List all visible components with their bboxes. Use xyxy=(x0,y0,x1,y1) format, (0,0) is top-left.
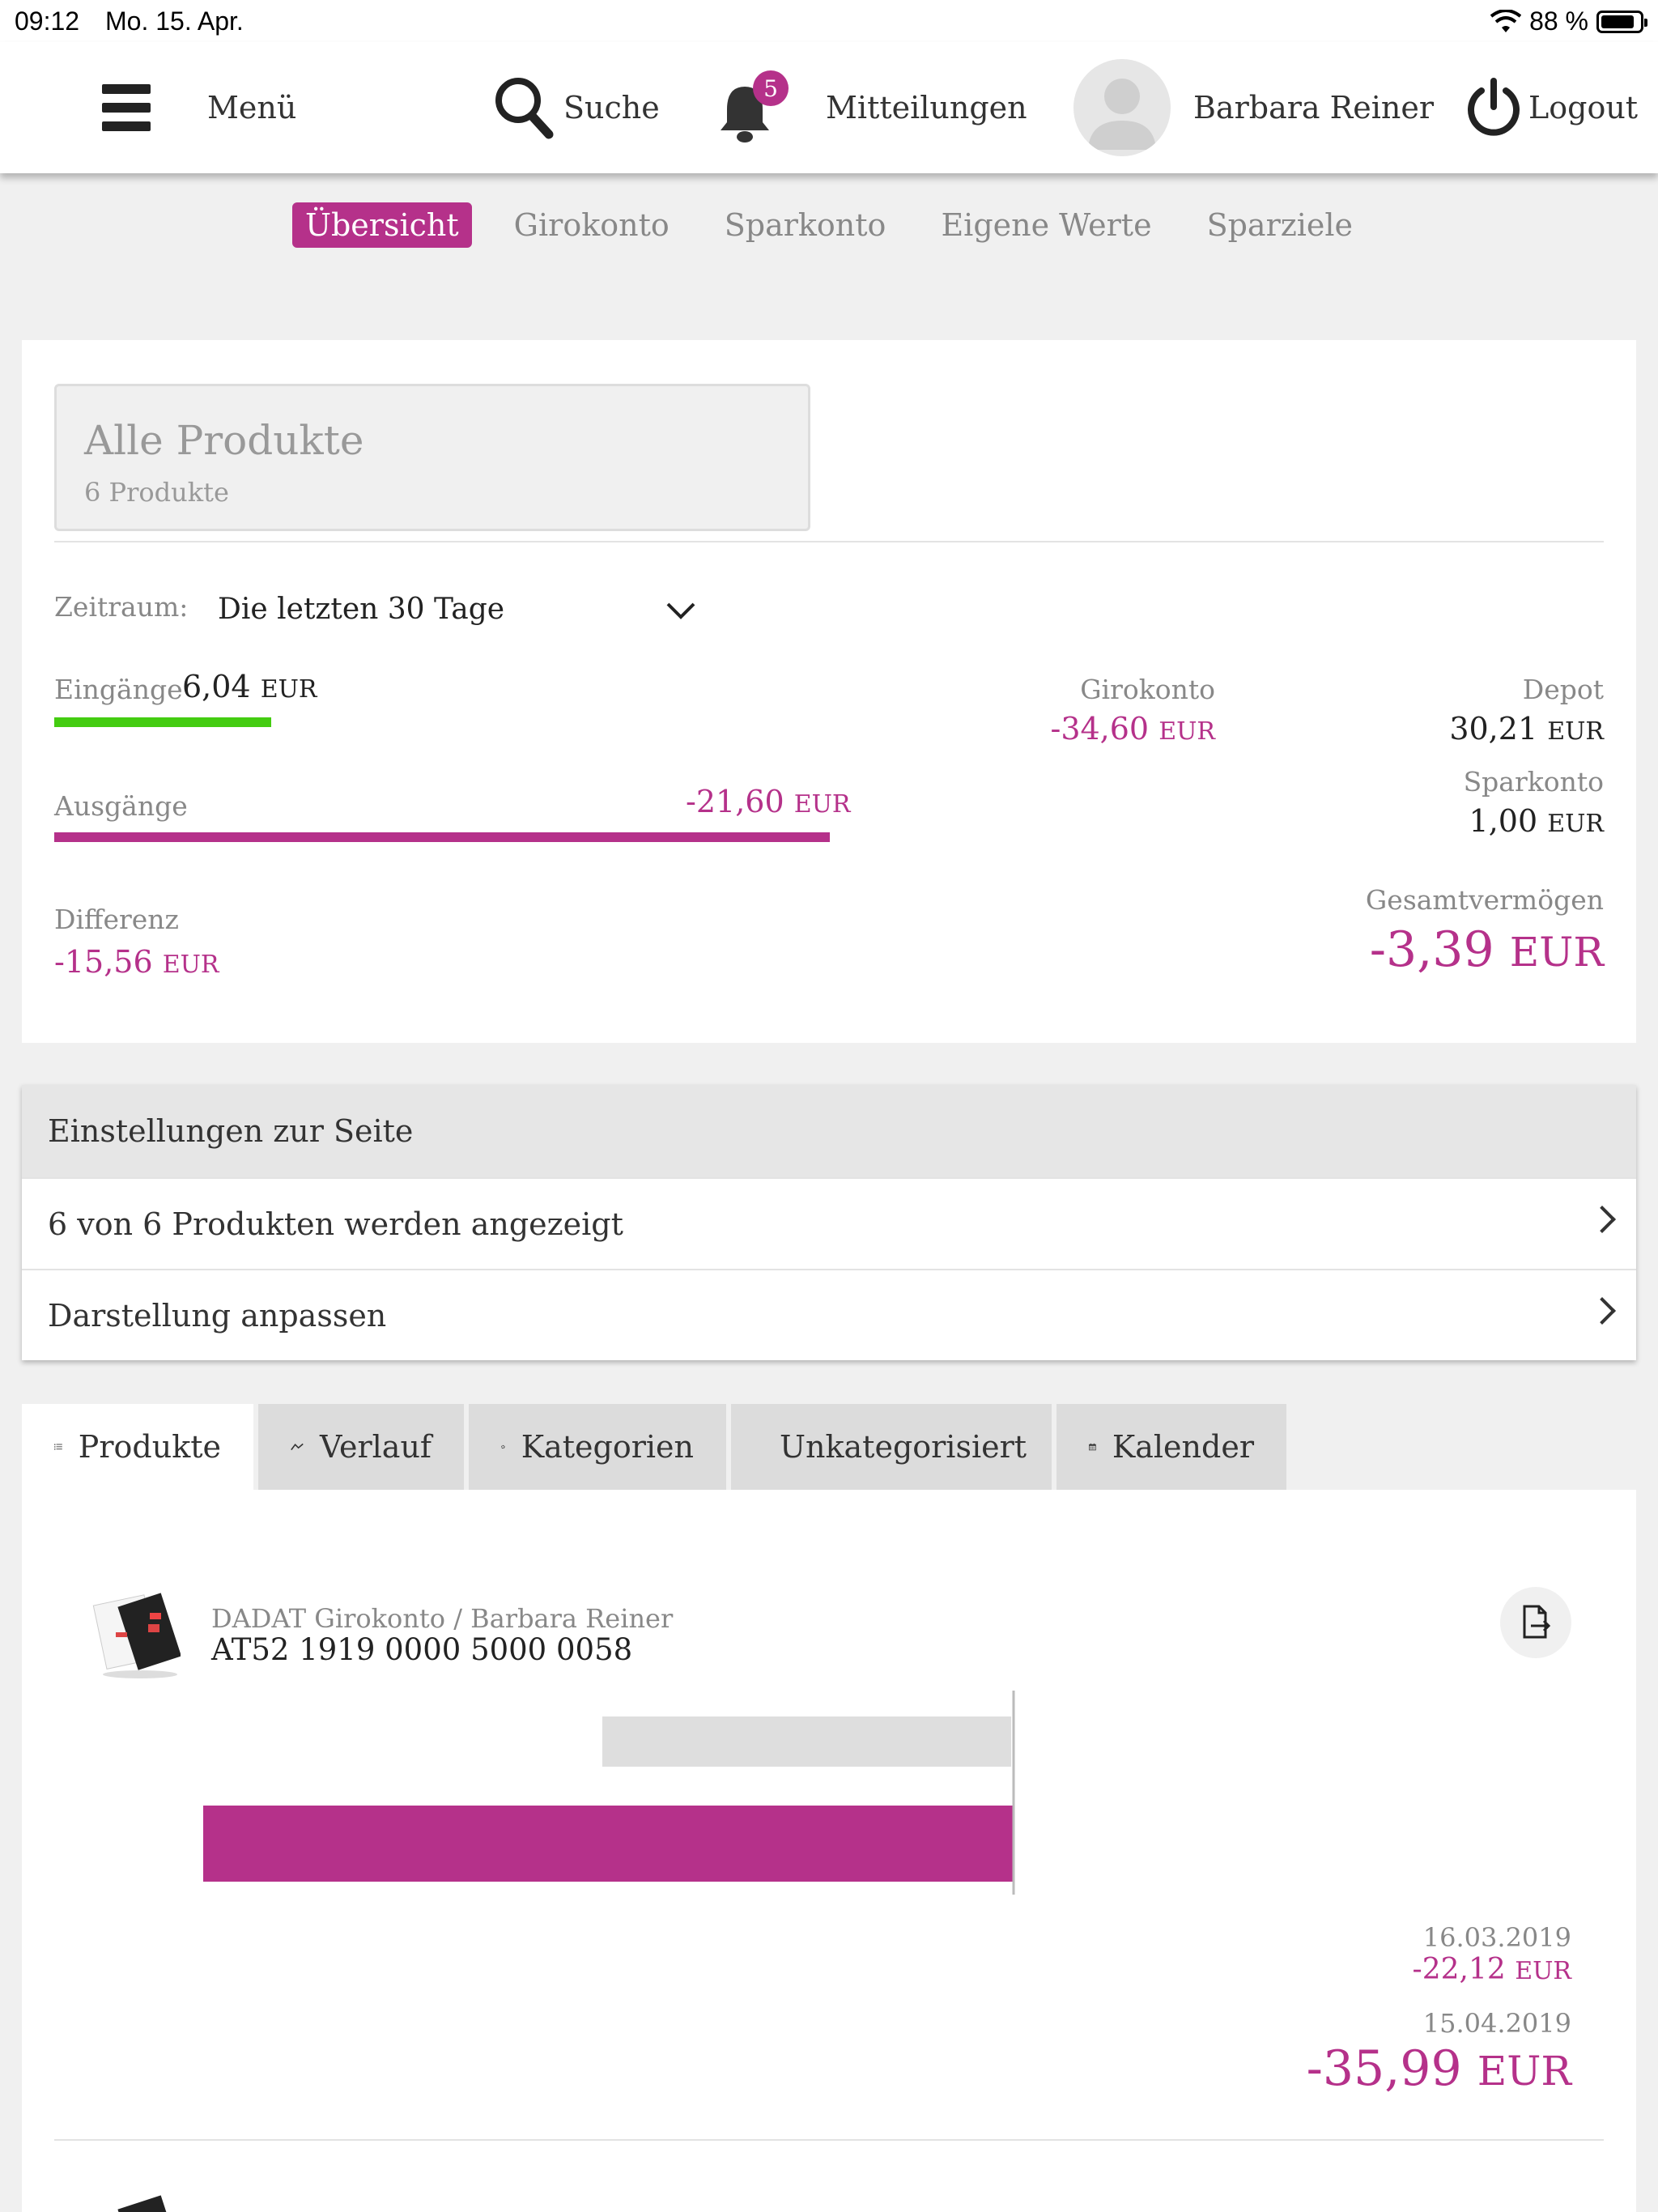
difference-value: -15,56 EUR xyxy=(54,944,219,980)
settings-products-row[interactable]: 6 von 6 Produkten werden angezeigt xyxy=(22,1177,1636,1269)
income-value: 6,04 EUR xyxy=(182,669,317,704)
menu-button[interactable]: Menü xyxy=(102,42,296,173)
search-icon xyxy=(495,78,554,139)
period-value: Die letzten 30 Tage xyxy=(218,593,505,626)
user-profile[interactable]: Barbara Reiner xyxy=(1073,42,1434,173)
trend-icon xyxy=(291,1443,304,1451)
tab-kategorien-label: Kategorien xyxy=(521,1429,694,1465)
search-button[interactable]: Suche xyxy=(494,42,660,173)
balance-chart xyxy=(203,1691,1015,1895)
settings-products-label: 6 von 6 Produkten werden angezeigt xyxy=(48,1206,623,1242)
chevron-right-icon xyxy=(1588,1206,1616,1233)
sparkonto-value: 1,00 EUR xyxy=(1469,803,1604,839)
tab-produkte-label: Produkte xyxy=(78,1429,221,1465)
search-label: Suche xyxy=(563,90,660,125)
battery-icon xyxy=(1596,10,1647,33)
pie-chart-icon xyxy=(501,1444,505,1449)
end-value: -35,99 EUR xyxy=(1306,2040,1571,2097)
tab-kalender[interactable]: Kalender xyxy=(1056,1404,1286,1490)
avatar xyxy=(1073,59,1171,156)
top-nav: Menü Suche 5 Mitteilungen Barbara Reiner xyxy=(0,42,1658,173)
girokonto-value: -34,60 EUR xyxy=(1050,711,1215,747)
expense-label: Ausgänge xyxy=(54,790,188,822)
period-label: Zeitraum: xyxy=(54,591,189,623)
bell-icon: 5 xyxy=(716,70,789,143)
sparkonto-label: Sparkonto xyxy=(1463,766,1604,798)
end-date: 15.04.2019 xyxy=(1422,2008,1571,2039)
tab-kalender-label: Kalender xyxy=(1112,1429,1254,1465)
messages-label: Mitteilungen xyxy=(826,90,1027,125)
product-selector-title: Alle Produkte xyxy=(84,417,364,464)
messages-button[interactable]: 5 Mitteilungen xyxy=(716,42,1027,173)
list-icon xyxy=(54,1444,62,1450)
total-value: -3,39 EUR xyxy=(1369,921,1604,978)
status-date: Mo. 15. Apr. xyxy=(105,6,244,36)
difference-label: Differenz xyxy=(54,904,179,935)
logout-button[interactable]: Logout xyxy=(1465,42,1638,173)
tab-kategorien[interactable]: Kategorien xyxy=(469,1404,726,1490)
tab-produkte[interactable]: Produkte xyxy=(22,1404,253,1490)
product-selector-count: 6 Produkte xyxy=(84,477,229,508)
tab-unkategorisiert-label: Unkategorisiert xyxy=(780,1429,1027,1465)
tab-girokonto[interactable]: Girokonto xyxy=(501,202,682,248)
product-selector[interactable]: Alle Produkte 6 Produkte xyxy=(54,384,810,531)
status-right: 88 % xyxy=(1490,6,1647,36)
start-value: -22,12 EUR xyxy=(1412,1953,1571,1986)
battery-percent: 88 % xyxy=(1529,6,1588,36)
chevron-down-icon xyxy=(666,602,695,619)
tab-unkategorisiert[interactable]: Unkategorisiert xyxy=(731,1404,1052,1490)
chevron-right-icon xyxy=(1588,1297,1616,1325)
expense-bar xyxy=(54,832,830,842)
tab-uebersicht[interactable]: Übersicht xyxy=(291,202,472,248)
start-date: 16.03.2019 xyxy=(1422,1922,1571,1953)
divider xyxy=(54,541,1604,542)
user-name: Barbara Reiner xyxy=(1193,90,1435,125)
income-label: Eingänge xyxy=(54,674,183,705)
tab-sparziele[interactable]: Sparziele xyxy=(1194,202,1366,248)
products-panel: DADAT Girokonto / Barbara Reiner AT52 19… xyxy=(22,1490,1636,2212)
status-bar: 09:12 Mo. 15. Apr. 88 % xyxy=(0,0,1658,42)
settings-header: Einstellungen zur Seite xyxy=(22,1085,1636,1177)
tab-sparkonto[interactable]: Sparkonto xyxy=(712,202,899,248)
page-settings: Einstellungen zur Seite 6 von 6 Produkte… xyxy=(22,1085,1636,1360)
view-tabs: Produkte Verlauf Kategorien Unkategorisi… xyxy=(22,1404,1286,1490)
girokonto-label: Girokonto xyxy=(1080,674,1215,705)
calendar-icon xyxy=(1089,1443,1096,1451)
logout-label: Logout xyxy=(1528,90,1639,125)
summary-panel: Alle Produkte 6 Produkte Zeitraum: Die l… xyxy=(22,340,1636,1043)
start-balance-bar xyxy=(602,1716,1011,1767)
tab-verlauf[interactable]: Verlauf xyxy=(258,1404,464,1490)
period-dropdown[interactable]: Die letzten 30 Tage xyxy=(195,583,713,632)
income-bar xyxy=(54,717,271,727)
status-time: 09:12 xyxy=(15,6,80,36)
tab-eigene-werte[interactable]: Eigene Werte xyxy=(928,202,1164,248)
depot-label: Depot xyxy=(1522,674,1604,705)
notification-badge: 5 xyxy=(753,70,789,106)
sub-nav: Übersicht Girokonto Sparkonto Eigene Wer… xyxy=(0,202,1658,248)
settings-display-row[interactable]: Darstellung anpassen xyxy=(22,1269,1636,1360)
power-icon xyxy=(1468,78,1520,136)
wifi-icon xyxy=(1490,9,1522,32)
divider xyxy=(54,2139,1604,2141)
expense-value: -21,60 EUR xyxy=(686,784,851,819)
total-label: Gesamtvermögen xyxy=(1365,884,1604,916)
menu-label: Menü xyxy=(207,90,297,125)
hamburger-icon xyxy=(102,84,151,131)
next-card-thumbnail xyxy=(91,2186,181,2212)
tab-verlauf-label: Verlauf xyxy=(320,1429,432,1465)
depot-value: 30,21 EUR xyxy=(1449,711,1604,747)
settings-display-label: Darstellung anpassen xyxy=(48,1298,387,1334)
end-balance-bar xyxy=(203,1806,1014,1882)
